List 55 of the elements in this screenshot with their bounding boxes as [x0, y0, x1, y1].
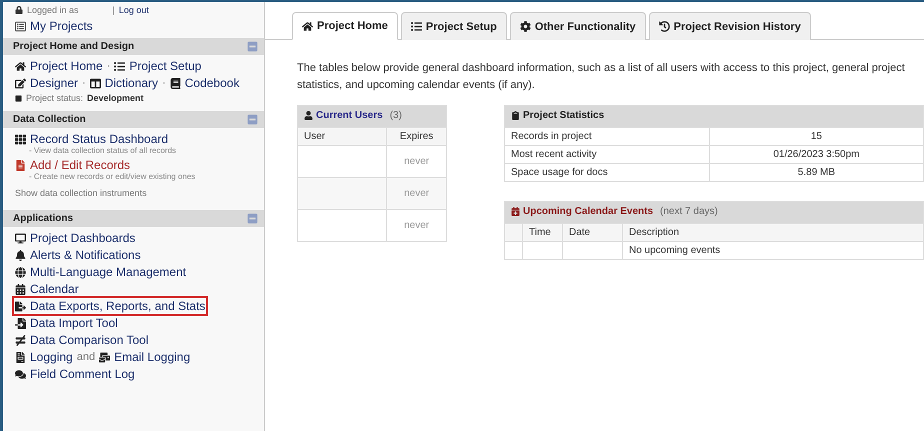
- table-cell: never: [386, 178, 446, 210]
- link-description: - View data collection status of all records: [28, 146, 176, 155]
- tab[interactable]: Project Home: [292, 12, 398, 40]
- project-status: Project status: Development: [26, 93, 144, 103]
- nav-link[interactable]: Project Dashboards: [30, 231, 136, 245]
- table-cell: No upcoming events: [622, 242, 924, 260]
- column-header: Expires: [386, 128, 446, 146]
- separator: and: [76, 351, 96, 363]
- logout-link[interactable]: Log out: [118, 5, 149, 15]
- column-header: Date: [562, 224, 622, 242]
- tab[interactable]: Project Setup: [400, 12, 507, 40]
- section-title: Applications: [13, 213, 74, 224]
- table-cell: 01/26/2023 3:50pm: [709, 146, 924, 164]
- table-title: Project Statistics: [511, 110, 604, 121]
- nav-link[interactable]: Data Comparison Tool: [30, 333, 149, 347]
- separator: |: [112, 5, 115, 15]
- table-cell: Most recent activity: [504, 146, 710, 164]
- nav-link[interactable]: Field Comment Log: [30, 367, 135, 381]
- intro-text: The tables below provide general dashboard information, such as a list of all users with access to this project, general project statistics, and upcoming calendar events (if any).: [297, 61, 906, 92]
- nav-link[interactable]: Project Setup: [129, 59, 202, 73]
- nav-link[interactable]: Data Import Tool: [30, 316, 118, 330]
- section-title: Project Home and Design: [13, 41, 134, 52]
- separator: ·: [162, 77, 166, 89]
- nav-link[interactable]: Multi-Language Management: [30, 265, 186, 279]
- separator: ·: [82, 77, 86, 89]
- separator: ·: [106, 60, 110, 72]
- table-cell: 5.89 MB: [709, 164, 924, 182]
- nav-link[interactable]: Codebook: [184, 76, 240, 90]
- logged-in-label: Logged in as: [15, 5, 79, 15]
- section-title: Data Collection: [13, 114, 86, 125]
- table-cell: never: [386, 210, 446, 242]
- nav-link[interactable]: Designer: [30, 76, 78, 90]
- column-header: User: [298, 128, 387, 146]
- nav-link[interactable]: Email Logging: [114, 350, 190, 364]
- nav-link[interactable]: Record Status Dashboard: [30, 132, 168, 146]
- table-title: Current Users (3): [304, 110, 402, 121]
- column-header: Description: [622, 224, 924, 242]
- nav-link[interactable]: Calendar: [30, 282, 79, 296]
- table-title: Upcoming Calendar Events (next 7 days): [511, 206, 718, 217]
- table-cell: never: [386, 146, 446, 178]
- nav-link[interactable]: Dictionary: [104, 76, 158, 90]
- column-header: Time: [522, 224, 562, 242]
- table-cell: Records in project: [504, 128, 710, 146]
- nav-link[interactable]: Alerts & Notifications: [30, 248, 141, 262]
- my-projects-link[interactable]: My Projects: [30, 19, 93, 33]
- nav-link[interactable]: Data Exports, Reports, and Stats: [30, 299, 206, 313]
- tab[interactable]: Project Revision History: [648, 12, 811, 40]
- nav-link[interactable]: Logging: [30, 350, 73, 364]
- table-cell: Space usage for docs: [504, 164, 710, 182]
- link-description: - Create new records or edit/view existing ones: [28, 172, 196, 181]
- show-instruments-link[interactable]: Show data collection instruments: [15, 188, 252, 198]
- tab[interactable]: Other Functionality: [510, 12, 646, 40]
- table-cell: 15: [709, 128, 924, 146]
- nav-link[interactable]: Project Home: [30, 59, 103, 73]
- nav-link[interactable]: Add / Edit Records: [30, 158, 130, 172]
